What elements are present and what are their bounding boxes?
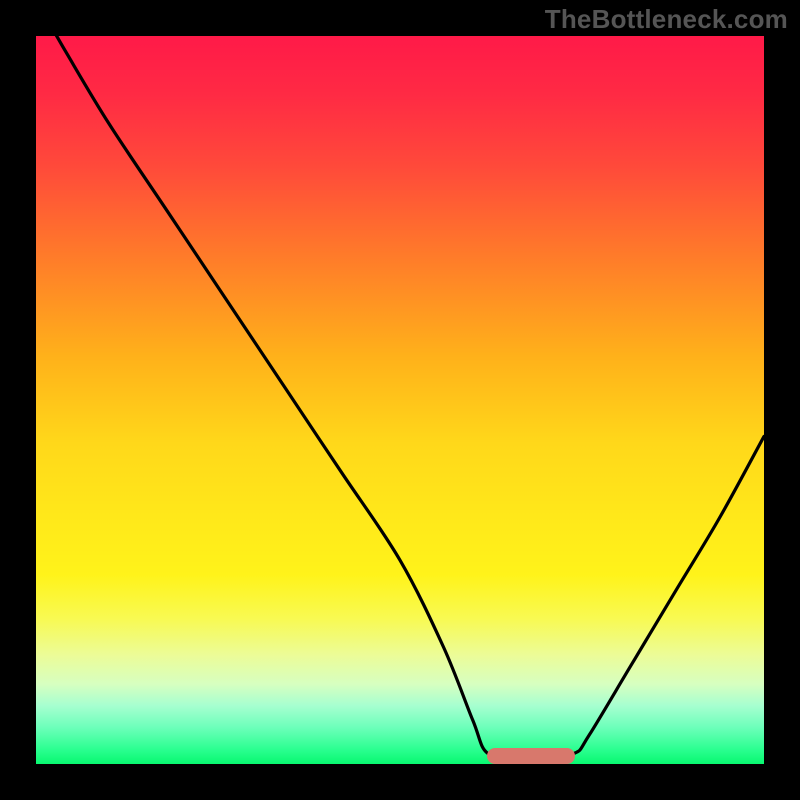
plot-area xyxy=(36,36,764,764)
optimum-band xyxy=(487,748,574,764)
site-watermark: TheBottleneck.com xyxy=(545,4,788,35)
bottleneck-curve xyxy=(36,36,764,764)
curve-path xyxy=(36,36,764,756)
chart-frame: TheBottleneck.com xyxy=(0,0,800,800)
